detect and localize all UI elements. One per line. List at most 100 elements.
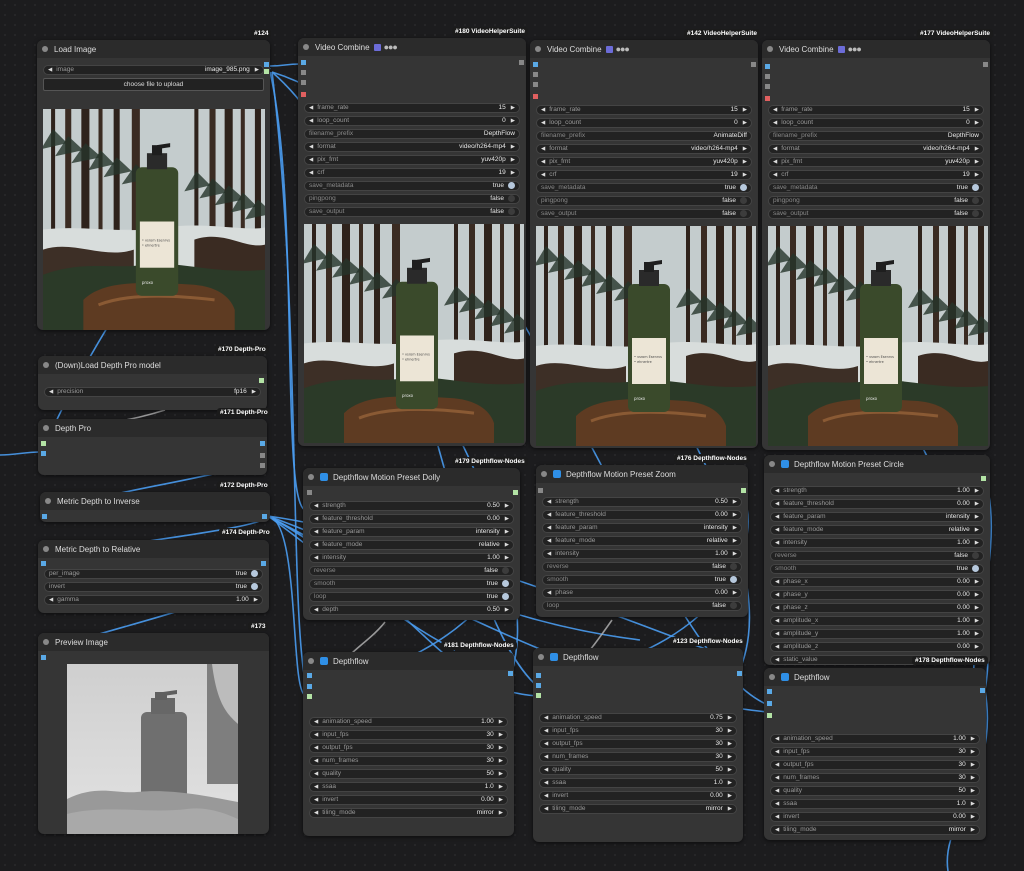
arrow-left-icon[interactable]: ◀ bbox=[775, 775, 779, 781]
arrow-left-icon[interactable]: ◀ bbox=[775, 579, 779, 585]
toggle-knob-icon[interactable] bbox=[251, 583, 258, 591]
input-slot-model[interactable] bbox=[41, 441, 46, 446]
arrow-right-icon[interactable]: ▶ bbox=[975, 592, 979, 598]
arrow-left-icon[interactable]: ◀ bbox=[775, 749, 779, 755]
arrow-right-icon[interactable]: ▶ bbox=[511, 157, 515, 163]
output-slot-images[interactable] bbox=[737, 671, 742, 676]
arrow-left-icon[interactable]: ◀ bbox=[314, 810, 318, 816]
toggle-knob-icon[interactable] bbox=[972, 210, 979, 218]
arrow-right-icon[interactable]: ▶ bbox=[728, 806, 732, 812]
widget-smooth[interactable]: smooth true bbox=[542, 574, 742, 585]
node-title-bar[interactable]: Depthflow bbox=[764, 668, 986, 686]
widget-loop[interactable]: loop true bbox=[309, 591, 514, 602]
widget-crf[interactable]: ◀ crf 19 ▶ bbox=[304, 167, 520, 178]
widget-feature-threshold[interactable]: ◀ feature_threshold 0.00 ▶ bbox=[542, 509, 742, 520]
widget-feature-mode[interactable]: ◀ feature_mode relative ▶ bbox=[309, 539, 514, 550]
arrow-right-icon[interactable]: ▶ bbox=[499, 732, 503, 738]
widget-tiling-mode[interactable]: ◀ tiling_mode mirror ▶ bbox=[309, 807, 508, 818]
per-image-toggle[interactable]: per_image true bbox=[44, 568, 263, 579]
node-title-bar[interactable]: Video Combine ●●● bbox=[762, 40, 990, 58]
output-slot-motion[interactable] bbox=[741, 488, 746, 493]
arrow-left-icon[interactable]: ◀ bbox=[775, 801, 779, 807]
widget-feature-param[interactable]: ◀ feature_param intensity ▶ bbox=[309, 526, 514, 537]
arrow-right-icon[interactable]: ▶ bbox=[511, 105, 515, 111]
toggle-knob-icon[interactable] bbox=[508, 182, 515, 190]
toggle-knob-icon[interactable] bbox=[740, 197, 747, 205]
widget-quality[interactable]: ◀ quality 50 ▶ bbox=[770, 785, 980, 796]
widget-reverse[interactable]: reverse false bbox=[542, 561, 742, 572]
arrow-right-icon[interactable]: ▶ bbox=[252, 389, 256, 395]
arrow-left-icon[interactable]: ◀ bbox=[775, 814, 779, 820]
arrow-right-icon[interactable]: ▶ bbox=[499, 797, 503, 803]
arrow-right-icon[interactable]: ▶ bbox=[728, 728, 732, 734]
toggle-knob-icon[interactable] bbox=[730, 602, 737, 610]
node-depthflow-123[interactable]: Depthflow ◀ animation_speed 0.75 ▶ ◀ input_fp… bbox=[533, 648, 743, 842]
widget-phase-x[interactable]: ◀ phase_x 0.00 ▶ bbox=[770, 576, 984, 587]
widget-format[interactable]: ◀ format video/h264-mp4 ▶ bbox=[536, 143, 752, 154]
input-slot-images[interactable] bbox=[41, 655, 46, 660]
arrow-right-icon[interactable]: ▶ bbox=[505, 529, 509, 535]
arrow-right-icon[interactable]: ▶ bbox=[971, 827, 975, 833]
arrow-left-icon[interactable]: ◀ bbox=[775, 762, 779, 768]
input-slot-images[interactable] bbox=[301, 60, 306, 65]
arrow-left-icon[interactable]: ◀ bbox=[314, 758, 318, 764]
arrow-right-icon[interactable]: ▶ bbox=[743, 107, 747, 113]
input-slot-image[interactable] bbox=[767, 689, 772, 694]
toggle-knob-icon[interactable] bbox=[730, 563, 737, 571]
widget-smooth[interactable]: smooth true bbox=[309, 578, 514, 589]
widget-animation-speed[interactable]: ◀ animation_speed 0.75 ▶ bbox=[539, 712, 737, 723]
arrow-right-icon[interactable]: ▶ bbox=[728, 767, 732, 773]
output-slot-motion[interactable] bbox=[513, 490, 518, 495]
arrow-left-icon[interactable]: ◀ bbox=[547, 551, 551, 557]
widget-save-output[interactable]: save_output false bbox=[536, 208, 752, 219]
widget-feature-threshold[interactable]: ◀ feature_threshold 0.00 ▶ bbox=[309, 513, 514, 524]
arrow-left-icon[interactable]: ◀ bbox=[547, 538, 551, 544]
output-slot-images[interactable] bbox=[508, 671, 513, 676]
collapse-dot-icon[interactable] bbox=[43, 639, 49, 645]
node-title-bar[interactable]: Depth Pro bbox=[38, 419, 267, 437]
widget-frame-rate[interactable]: ◀ frame_rate 15 ▶ bbox=[304, 102, 520, 113]
input-slot-image[interactable] bbox=[536, 673, 541, 678]
widget-pingpong[interactable]: pingpong false bbox=[536, 195, 752, 206]
input-slot-audio[interactable] bbox=[301, 70, 306, 75]
output-slot-depth[interactable] bbox=[262, 514, 267, 519]
arrow-right-icon[interactable]: ▶ bbox=[499, 745, 503, 751]
widget-quality[interactable]: ◀ quality 50 ▶ bbox=[309, 768, 508, 779]
widget-pingpong[interactable]: pingpong false bbox=[768, 195, 984, 206]
arrow-left-icon[interactable]: ◀ bbox=[775, 527, 779, 533]
arrow-left-icon[interactable]: ◀ bbox=[773, 172, 777, 178]
widget-reverse[interactable]: reverse false bbox=[309, 565, 514, 576]
output-slot-extra[interactable] bbox=[260, 463, 265, 468]
arrow-right-icon[interactable]: ▶ bbox=[975, 579, 979, 585]
output-slot-model[interactable] bbox=[259, 378, 264, 383]
widget-save-metadata[interactable]: save_metadata true bbox=[304, 180, 520, 191]
arrow-right-icon[interactable]: ▶ bbox=[733, 499, 737, 505]
arrow-right-icon[interactable]: ▶ bbox=[975, 159, 979, 165]
arrow-left-icon[interactable]: ◀ bbox=[541, 146, 545, 152]
arrow-left-icon[interactable]: ◀ bbox=[541, 120, 545, 126]
input-slot-images[interactable] bbox=[765, 64, 770, 69]
arrow-left-icon[interactable]: ◀ bbox=[547, 590, 551, 596]
arrow-right-icon[interactable]: ▶ bbox=[975, 120, 979, 126]
widget-smooth[interactable]: smooth true bbox=[770, 563, 984, 574]
input-slot-vae[interactable] bbox=[301, 92, 306, 97]
toggle-knob-icon[interactable] bbox=[972, 184, 979, 192]
arrow-right-icon[interactable]: ▶ bbox=[511, 170, 515, 176]
arrow-right-icon[interactable]: ▶ bbox=[971, 814, 975, 820]
output-slot-filenames[interactable] bbox=[519, 60, 524, 65]
widget-loop-count[interactable]: ◀ loop_count 0 ▶ bbox=[304, 115, 520, 126]
arrow-left-icon[interactable]: ◀ bbox=[314, 607, 318, 613]
node-title-bar[interactable]: Metric Depth to Relative bbox=[38, 540, 269, 558]
node-title-bar[interactable]: Depthflow Motion Preset Zoom bbox=[536, 465, 748, 483]
arrow-right-icon[interactable]: ▶ bbox=[728, 741, 732, 747]
input-slot-depth[interactable] bbox=[767, 701, 772, 706]
widget-amplitude-x[interactable]: ◀ amplitude_x 1.00 ▶ bbox=[770, 615, 984, 626]
arrow-left-icon[interactable]: ◀ bbox=[775, 657, 779, 663]
arrow-right-icon[interactable]: ▶ bbox=[254, 597, 258, 603]
node-title-bar[interactable]: Preview Image bbox=[38, 633, 269, 651]
widget-loop[interactable]: loop false bbox=[542, 600, 742, 611]
arrow-right-icon[interactable]: ▶ bbox=[971, 775, 975, 781]
arrow-left-icon[interactable]: ◀ bbox=[773, 146, 777, 152]
gamma-number[interactable]: ◀ gamma 1.00 ▶ bbox=[44, 594, 263, 605]
arrow-left-icon[interactable]: ◀ bbox=[775, 501, 779, 507]
